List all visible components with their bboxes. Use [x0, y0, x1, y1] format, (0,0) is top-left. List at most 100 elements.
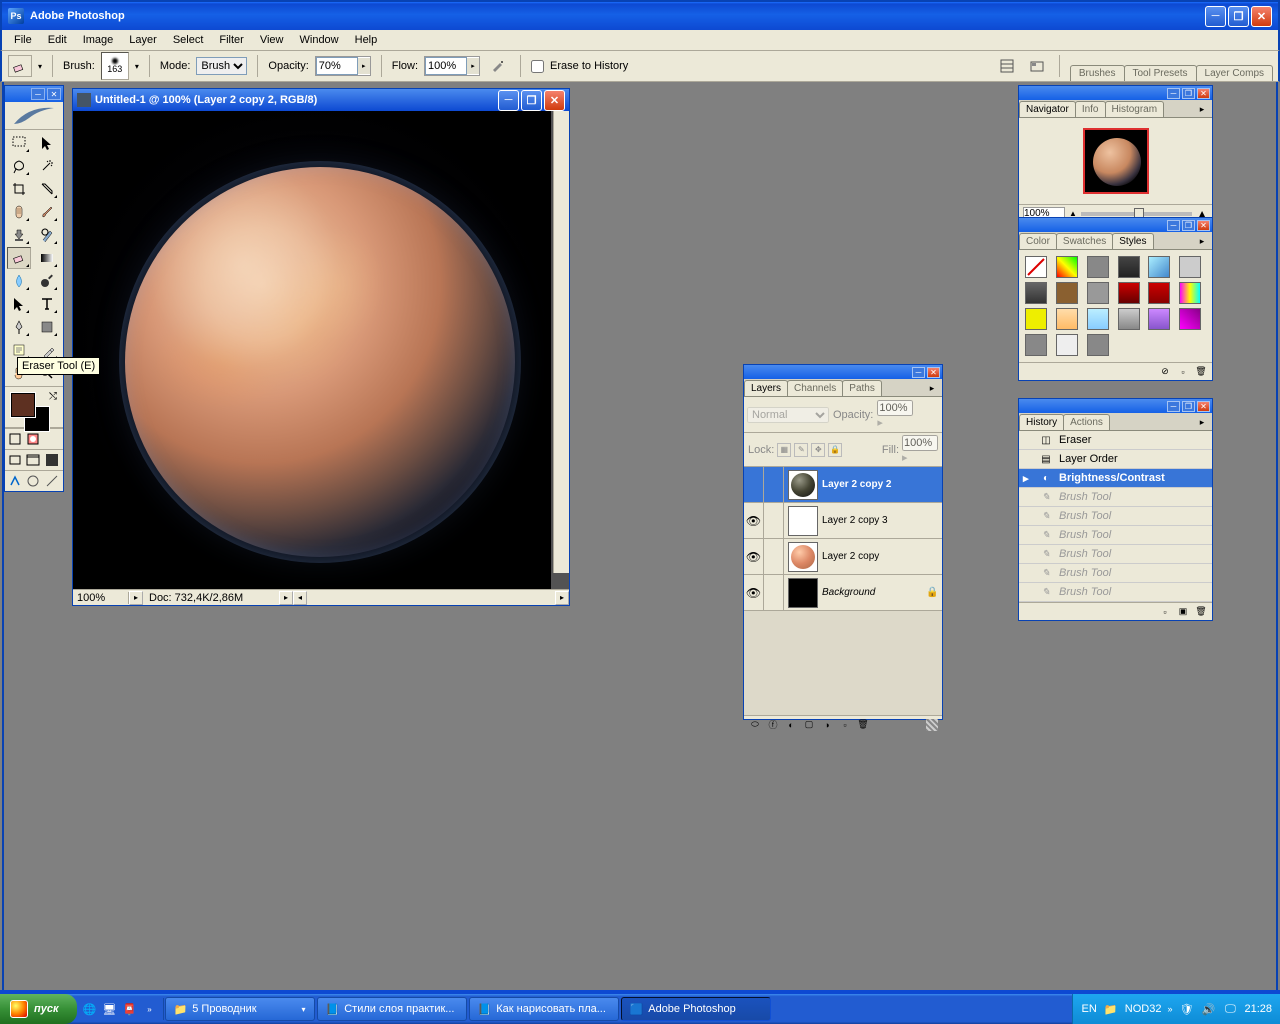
taskbar-button[interactable]: 📘Стили слоя практик...: [317, 997, 467, 1021]
doc-minimize-button[interactable]: ─: [498, 90, 519, 111]
jump-imageready-icon[interactable]: [7, 473, 23, 489]
taskbar-button[interactable]: 🟦Adobe Photoshop: [621, 997, 771, 1021]
styles-close[interactable]: ✕: [1197, 220, 1210, 231]
tray-shield-icon[interactable]: 🛡: [1178, 1001, 1194, 1017]
ql-more-icon[interactable]: »: [141, 998, 159, 1020]
styles-maximize[interactable]: ❐: [1182, 220, 1195, 231]
style-swatch-19[interactable]: [1056, 334, 1078, 356]
hist-doc-icon[interactable]: ▫: [1158, 605, 1172, 619]
style-swatch-16[interactable]: [1148, 308, 1170, 330]
layer-row[interactable]: Layer 2 copy 2: [744, 467, 942, 503]
eraser-tool[interactable]: [7, 247, 31, 269]
tab-paths[interactable]: Paths: [842, 380, 882, 396]
style-swatch-1[interactable]: [1056, 256, 1078, 278]
zoom-field[interactable]: 100%: [73, 592, 129, 604]
history-item[interactable]: ✎Brush Tool: [1019, 583, 1212, 602]
layer-new-icon[interactable]: ▫: [838, 718, 852, 732]
move-tool[interactable]: [35, 132, 59, 154]
style-swatch-18[interactable]: [1025, 334, 1047, 356]
layer-fill-input[interactable]: [902, 435, 938, 451]
nav-close[interactable]: ✕: [1197, 88, 1210, 99]
close-button[interactable]: ✕: [1251, 6, 1272, 27]
stamp-tool[interactable]: [7, 224, 31, 246]
flow-input[interactable]: [425, 57, 467, 75]
tray-volume-icon[interactable]: 🔊: [1200, 1001, 1216, 1017]
style-swatch-7[interactable]: [1056, 282, 1078, 304]
doc-close-button[interactable]: ✕: [544, 90, 565, 111]
layer-row[interactable]: 👁Layer 2 copy 3: [744, 503, 942, 539]
layer-row[interactable]: 👁Background🔒: [744, 575, 942, 611]
history-item[interactable]: ◫Eraser: [1019, 431, 1212, 450]
style-swatch-12[interactable]: [1025, 308, 1047, 330]
canvas[interactable]: [73, 111, 551, 589]
history-item[interactable]: ✎Brush Tool: [1019, 526, 1212, 545]
tab-history[interactable]: History: [1019, 414, 1064, 430]
toolbox-close[interactable]: ✕: [47, 88, 61, 100]
brush-preview[interactable]: 163: [101, 52, 129, 80]
tab-styles[interactable]: Styles: [1112, 233, 1153, 249]
layers-minimize[interactable]: ─: [912, 367, 925, 378]
visibility-icon[interactable]: 👁: [744, 575, 764, 610]
lock-move-icon[interactable]: ✥: [811, 443, 825, 457]
style-swatch-17[interactable]: [1179, 308, 1201, 330]
style-swatch-20[interactable]: [1087, 334, 1109, 356]
extra-icon-2[interactable]: [44, 473, 60, 489]
dodge-tool[interactable]: [35, 270, 59, 292]
scroll-left-icon[interactable]: ◂: [293, 591, 307, 605]
navigator-thumbnail[interactable]: [1083, 128, 1149, 194]
layers-close[interactable]: ✕: [927, 367, 940, 378]
menu-view[interactable]: View: [252, 32, 292, 48]
status-flyout[interactable]: ▸: [129, 591, 143, 605]
blur-tool[interactable]: [7, 270, 31, 292]
minimize-button[interactable]: ─: [1205, 6, 1226, 27]
menu-layer[interactable]: Layer: [121, 32, 165, 48]
status-flyout-2[interactable]: ▸: [279, 591, 293, 605]
styles-menu-icon[interactable]: ▸: [1195, 235, 1209, 247]
flow-flyout[interactable]: ▸: [467, 58, 479, 74]
history-item[interactable]: ✎Brush Tool: [1019, 564, 1212, 583]
menu-edit[interactable]: Edit: [40, 32, 75, 48]
layer-mask-icon[interactable]: ◐: [784, 718, 798, 732]
opacity-input[interactable]: [316, 57, 358, 75]
menu-filter[interactable]: Filter: [211, 32, 251, 48]
maximize-button[interactable]: ❐: [1228, 6, 1249, 27]
docked-tab-tool-presets[interactable]: Tool Presets: [1124, 65, 1197, 81]
file-browser-icon[interactable]: [1025, 55, 1049, 77]
visibility-icon[interactable]: 👁: [744, 503, 764, 538]
nav-minimize[interactable]: ─: [1167, 88, 1180, 99]
pen-tool[interactable]: [7, 316, 31, 338]
tab-histogram[interactable]: Histogram: [1105, 101, 1165, 117]
lock-paint-icon[interactable]: ✎: [794, 443, 808, 457]
opacity-flyout[interactable]: ▸: [358, 58, 370, 74]
vertical-scrollbar[interactable]: [553, 111, 569, 573]
nav-menu-icon[interactable]: ▸: [1195, 103, 1209, 115]
style-swatch-4[interactable]: [1148, 256, 1170, 278]
healing-tool[interactable]: [7, 201, 31, 223]
style-swatch-3[interactable]: [1118, 256, 1140, 278]
history-item[interactable]: ▸◐Brightness/Contrast: [1019, 469, 1212, 488]
docked-tab-brushes[interactable]: Brushes: [1070, 65, 1125, 81]
scroll-right-icon[interactable]: ▸: [555, 591, 569, 605]
tab-info[interactable]: Info: [1075, 101, 1106, 117]
layer-adjust-icon[interactable]: ◑: [820, 718, 834, 732]
hist-maximize[interactable]: ❐: [1182, 401, 1195, 412]
visibility-icon[interactable]: [744, 467, 764, 502]
history-brush-tool[interactable]: [35, 224, 59, 246]
style-swatch-0[interactable]: [1025, 256, 1047, 278]
crop-tool[interactable]: [7, 178, 31, 200]
history-item[interactable]: ✎Brush Tool: [1019, 507, 1212, 526]
resize-grip[interactable]: [926, 719, 938, 731]
tray-expand-icon[interactable]: »: [1167, 1004, 1172, 1014]
tab-layers[interactable]: Layers: [744, 380, 788, 396]
swap-colors-icon[interactable]: ⤭: [49, 391, 57, 402]
tab-channels[interactable]: Channels: [787, 380, 843, 396]
extra-icon-1[interactable]: [25, 473, 41, 489]
layer-trash-icon[interactable]: 🗑: [856, 718, 870, 732]
clock[interactable]: 21:28: [1244, 1003, 1272, 1015]
shape-tool[interactable]: [35, 316, 59, 338]
styles-break-icon[interactable]: ⊘: [1158, 365, 1172, 379]
tray-monitor-icon[interactable]: 🖵: [1222, 1001, 1238, 1017]
tab-color[interactable]: Color: [1019, 233, 1057, 249]
layer-opacity-input[interactable]: [877, 400, 913, 416]
layers-menu-icon[interactable]: ▸: [925, 382, 939, 394]
